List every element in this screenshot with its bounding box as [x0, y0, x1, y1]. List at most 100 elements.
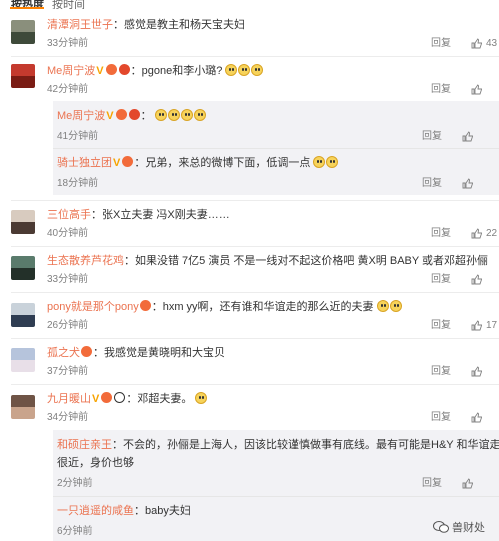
comment-text: hxm yy啊，还有谁和华谊走的那么近的夫妻 — [162, 301, 374, 313]
watermark-text: 兽财处 — [452, 522, 485, 534]
comment-time: 26分钟前 — [47, 320, 89, 331]
comment-username[interactable]: 三位高手 — [47, 209, 91, 221]
comment-username[interactable]: 九月暖山 — [47, 393, 91, 405]
sort-tabs: 按热度 按时间 — [0, 0, 499, 9]
thumb-up-icon[interactable] — [462, 178, 473, 189]
comment-line: 三位高手：张X立夫妻 冯X刚夫妻…… — [47, 209, 230, 221]
reply-button[interactable]: 回复 — [431, 274, 451, 286]
member-badge-icon — [128, 109, 140, 120]
comment-username[interactable]: Me周宁波 — [47, 65, 95, 77]
comment-text: baby夫妇 — [145, 505, 191, 517]
comment-time: 34分钟前 — [47, 412, 89, 423]
comment-text: 张X立夫妻 冯X刚夫妻…… — [102, 209, 230, 221]
comment-time: 40分钟前 — [47, 228, 89, 239]
comment-line: pony就是那个pony ：hxm yy啊，还有谁和华谊走的那么近的夫妻 — [47, 300, 403, 314]
wechat-icon — [433, 521, 449, 533]
comment-line: 和硕庄亲王：不会的，孙俪是上海人，因该比较谨慎做事有底线。最有可能是H&Y 和华… — [57, 438, 499, 452]
comment-username[interactable]: 一只逍遥的咸鱼 — [57, 505, 134, 517]
comment-time: 37分钟前 — [47, 366, 89, 377]
smiley-emoji-icon — [313, 156, 326, 168]
comment-time: 6分钟前 — [57, 526, 93, 537]
reply-button[interactable]: 回复 — [431, 366, 451, 378]
comment-username[interactable]: 清潭洞王世子 — [47, 19, 113, 31]
comment-text: pgone和李小璐? — [141, 65, 223, 77]
comment-time: 42分钟前 — [47, 84, 89, 95]
reply-button[interactable]: 回复 — [431, 228, 451, 240]
reply-button[interactable]: 回复 — [431, 412, 451, 424]
reply-button[interactable]: 回复 — [422, 178, 442, 190]
comment-line: 孤之犬 ：我感觉是黄晓明和大宝贝 — [47, 346, 225, 359]
comment-line: 骑士独立团V ：兄弟，来总的微博下面，低调一点 — [57, 156, 339, 170]
divider — [11, 246, 499, 247]
comment-time: 18分钟前 — [57, 178, 99, 189]
member-badge-icon — [122, 156, 134, 167]
thumb-up-icon[interactable] — [471, 228, 482, 239]
smiley-emoji-icon — [238, 64, 251, 76]
smiley-emoji-icon — [195, 392, 208, 404]
thumb-up-icon[interactable] — [462, 478, 473, 489]
comment-username[interactable]: 生态散养芦花鸡 — [47, 255, 124, 267]
tab-time[interactable]: 按时间 — [52, 0, 85, 9]
reply-button[interactable]: 回复 — [431, 84, 451, 96]
panda-badge-icon — [114, 392, 126, 403]
smiley-emoji-icon — [225, 64, 238, 76]
smiley-emoji-icon — [154, 109, 167, 121]
member-badge-icon — [118, 64, 130, 75]
like-count: 17 — [486, 320, 498, 331]
smiley-emoji-icon — [389, 300, 402, 312]
divider — [53, 148, 499, 149]
thumb-up-icon[interactable] — [462, 131, 473, 142]
comment-username[interactable]: pony就是那个pony — [47, 301, 139, 313]
avatar[interactable] — [11, 210, 35, 234]
thumb-up-icon[interactable] — [471, 274, 482, 285]
member-badge-icon — [139, 300, 151, 311]
avatar[interactable] — [11, 20, 35, 44]
comment-time: 33分钟前 — [47, 274, 89, 285]
divider — [11, 56, 499, 57]
reply-button[interactable]: 回复 — [431, 320, 451, 332]
comment-line: Me周宁波V： — [57, 109, 207, 123]
smiley-emoji-icon — [193, 109, 206, 121]
divider — [53, 496, 499, 497]
comment-line: 很近，身价也够 — [57, 456, 134, 470]
reply-button[interactable]: 回复 — [422, 478, 442, 490]
vip-v-icon: V — [92, 393, 100, 405]
comment-text: 不会的，孙俪是上海人，因该比较谨慎做事有底线。最有可能是H&Y 和华谊走的 — [123, 439, 499, 451]
comment-username[interactable]: 孤之犬 — [47, 347, 80, 359]
smiley-emoji-icon — [167, 109, 180, 121]
reply-button[interactable]: 回复 — [431, 38, 451, 50]
thumb-up-icon[interactable] — [471, 366, 482, 377]
divider — [11, 384, 499, 385]
vip-v-icon: V — [113, 157, 121, 169]
divider — [11, 200, 499, 201]
comment-text: 如果没错 7亿5 演员 不是一线对不起这价格吧 黄X明 BABY 或者邓超孙俪 — [135, 255, 489, 267]
vip-v-icon: V — [96, 65, 104, 77]
member-badge-icon — [101, 392, 113, 403]
comment-text-continued: 很近，身价也够 — [57, 457, 134, 469]
thumb-up-icon[interactable] — [471, 38, 482, 49]
comment-line: 九月暖山V ：邓超夫妻。 — [47, 392, 208, 406]
thumb-up-icon[interactable] — [471, 412, 482, 423]
comment-username[interactable]: Me周宁波 — [57, 110, 105, 122]
thumb-up-icon[interactable] — [471, 84, 482, 95]
member-badge-icon — [115, 109, 127, 120]
avatar[interactable] — [11, 395, 35, 419]
like-count: 22 — [486, 228, 498, 239]
comment-text: 兄弟，来总的微博下面，低调一点 — [145, 157, 311, 169]
smiley-emoji-icon — [251, 64, 264, 76]
comment-username[interactable]: 和硕庄亲王 — [57, 439, 112, 451]
vip-v-icon: V — [106, 110, 114, 122]
smiley-emoji-icon — [326, 156, 339, 168]
thumb-up-icon[interactable] — [471, 320, 482, 331]
divider — [11, 292, 499, 293]
avatar[interactable] — [11, 256, 35, 280]
comment-time: 41分钟前 — [57, 131, 99, 142]
avatar[interactable] — [11, 303, 35, 327]
comment-username[interactable]: 骑士独立团 — [57, 157, 112, 169]
avatar[interactable] — [11, 64, 35, 88]
reply-button[interactable]: 回复 — [422, 131, 442, 143]
comment-time: 2分钟前 — [57, 478, 93, 489]
reply-thread: Me周宁波V： 41分钟前 回复 骑士独立团V ：兄弟，来总的微博下面，低调一点 … — [53, 101, 499, 195]
avatar[interactable] — [11, 348, 35, 372]
like-count: 43 — [486, 38, 498, 49]
